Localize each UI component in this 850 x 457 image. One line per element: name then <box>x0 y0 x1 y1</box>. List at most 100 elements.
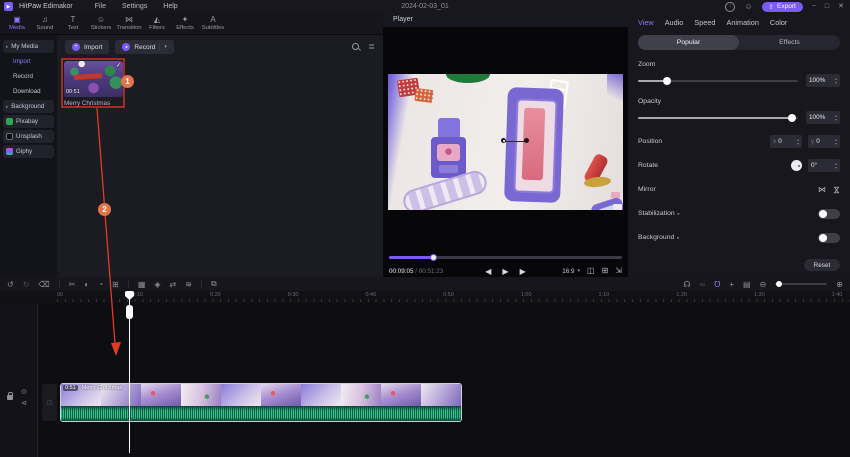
segment-effects[interactable]: Effects <box>739 35 840 50</box>
clip-placeholder-button[interactable]: ⊡ <box>42 384 57 421</box>
align-button[interactable]: + <box>729 280 734 289</box>
watermark-button[interactable]: ◈ <box>154 280 160 289</box>
sidebar-item-download[interactable]: Download <box>3 85 54 98</box>
nav-tab-stickers[interactable]: ☺ Stickers <box>87 13 115 34</box>
stabilization-expander-icon[interactable]: ▸ <box>678 211 680 216</box>
split-button[interactable]: ✂ <box>69 280 76 289</box>
opacity-slider[interactable] <box>638 113 798 122</box>
video-clip[interactable]: 0:51 Merry Christmas <box>60 383 462 422</box>
mosaic-button[interactable]: ▦ <box>138 280 146 289</box>
fullscreen-icon[interactable]: ⇲ <box>615 267 622 275</box>
link-button[interactable]: ∞ <box>700 280 706 289</box>
position-x-stepper[interactable]: ▴ ▾ <box>797 137 799 145</box>
nav-tab-subtitles[interactable]: A Subtitles <box>199 13 227 34</box>
menu-settings[interactable]: Settings <box>122 3 147 10</box>
properties-tab-audio[interactable]: Audio <box>665 18 684 27</box>
media-item-card[interactable]: 00:51 ✓ Merry Christmas <box>64 61 125 107</box>
background-expander-icon[interactable]: ▸ <box>677 235 679 240</box>
opacity-value-field[interactable]: 100% ▴ ▾ <box>806 111 840 124</box>
playback-progress-bar[interactable] <box>389 254 622 261</box>
close-button[interactable]: ✕ <box>838 3 844 10</box>
menu-file[interactable]: File <box>95 3 106 10</box>
track-manager-button[interactable]: ▤ <box>743 280 751 289</box>
magnet-snap-button[interactable]: ℧ <box>714 280 720 289</box>
speed-button[interactable]: ◔ <box>98 280 103 289</box>
record-button[interactable]: ● Record ▾ <box>115 40 174 54</box>
next-frame-button[interactable]: ▶ <box>520 267 526 276</box>
zoom-value-field[interactable]: 100% ▴ ▾ <box>806 74 840 87</box>
update-icon[interactable]: ↓ <box>725 1 736 12</box>
snapshot-icon[interactable]: ◫ <box>587 267 595 275</box>
properties-tab-animation[interactable]: Animation <box>726 18 758 27</box>
sidebar-item-pixabay[interactable]: Pixabay <box>3 115 54 128</box>
voiceover-mic-button[interactable]: ☊ <box>683 280 690 289</box>
zoom-slider[interactable] <box>638 76 798 85</box>
sidebar-section-my-media[interactable]: ▸ My Media <box>3 40 54 53</box>
background-toggle[interactable] <box>818 232 840 243</box>
mask-button[interactable]: ◐ <box>84 280 89 289</box>
menu-help[interactable]: Help <box>163 3 177 10</box>
mirror-vertical-icon[interactable]: ⋈ <box>832 186 841 194</box>
flip-button[interactable]: ⇄ <box>170 280 177 289</box>
sidebar-item-import[interactable]: Import <box>3 55 54 68</box>
nav-tab-text[interactable]: T Text <box>59 13 87 34</box>
opacity-stepper[interactable]: ▴ ▾ <box>835 113 837 121</box>
timeline-zoom-out-button[interactable]: ⊖ <box>760 280 767 289</box>
nav-tab-transition[interactable]: ⋈ Transition <box>115 13 143 34</box>
zoom-slider-knob[interactable] <box>662 76 671 85</box>
rotate-dial[interactable] <box>791 160 802 171</box>
lock-icon[interactable] <box>7 392 13 400</box>
nav-tab-media[interactable]: ▣ Media <box>3 13 31 34</box>
progress-knob[interactable] <box>430 254 438 261</box>
mute-icon[interactable]: ⊲ <box>21 400 27 407</box>
properties-tab-color[interactable]: Color <box>770 18 787 27</box>
export-button[interactable]: ⇧ Export <box>761 1 803 12</box>
nav-tab-effects[interactable]: ✦ Effects <box>171 13 199 34</box>
crop-button[interactable]: ⊞ <box>112 280 119 289</box>
rotate-value-field[interactable]: 0° ▴ ▾ <box>808 159 840 172</box>
playhead-handle[interactable] <box>126 305 133 319</box>
sidebar-item-giphy[interactable]: Giphy <box>3 145 54 158</box>
properties-tab-speed[interactable]: Speed <box>694 18 715 27</box>
timeline-zoom-knob[interactable] <box>776 280 783 287</box>
record-caret-icon[interactable]: ▾ <box>159 43 167 51</box>
account-icon[interactable]: ☺ <box>744 2 752 11</box>
crop-icon[interactable]: ⊞ <box>602 267 609 275</box>
sidebar-item-unsplash[interactable]: Unsplash <box>3 130 54 143</box>
search-icon[interactable] <box>352 43 360 51</box>
undo-button[interactable]: ↺ <box>7 280 14 289</box>
reset-button[interactable]: Reset <box>804 259 840 271</box>
import-button[interactable]: + Import <box>65 40 110 54</box>
subtitles-icon: A <box>210 15 216 24</box>
nav-tab-sound[interactable]: ♫ Sound <box>31 13 59 34</box>
sidebar-section-background[interactable]: ▸ Background <box>3 100 54 113</box>
aspect-ratio-selector[interactable]: 16:9 <box>562 268 574 275</box>
eye-icon[interactable]: ⊙ <box>21 389 27 396</box>
rotate-stepper[interactable]: ▴ ▾ <box>835 161 837 169</box>
timeline-zoom-in-button[interactable]: ⊕ <box>836 280 843 289</box>
media-thumbnail[interactable]: 00:51 ✓ <box>64 61 123 97</box>
mirror-horizontal-icon[interactable]: ⋈ <box>818 185 826 194</box>
redo-button[interactable]: ↻ <box>23 280 30 289</box>
position-x-field[interactable]: x 0 ▴ ▾ <box>770 135 802 148</box>
delete-button[interactable]: ⌫ <box>38 280 49 289</box>
zoom-stepper[interactable]: ▴ ▾ <box>835 76 837 84</box>
play-button[interactable]: ▶ <box>502 267 508 276</box>
previous-frame-button[interactable]: ◀ <box>485 267 491 276</box>
position-y-stepper[interactable]: ▴ ▾ <box>835 137 837 145</box>
video-preview[interactable] <box>388 74 623 210</box>
sort-icon[interactable]: ≣ <box>368 43 375 51</box>
pip-button[interactable]: ⧉ <box>211 279 217 289</box>
timeline-zoom-slider[interactable] <box>775 280 828 287</box>
nav-tab-filters[interactable]: ◭ Filters <box>143 13 171 34</box>
mirror-label: Mirror <box>638 186 656 193</box>
minimize-button[interactable]: − <box>812 3 816 10</box>
opacity-slider-knob[interactable] <box>787 113 796 122</box>
position-y-field[interactable]: y 0 ▴ ▾ <box>808 135 840 148</box>
denoise-button[interactable]: ≋ <box>185 280 192 289</box>
stabilization-toggle[interactable] <box>818 208 840 219</box>
sidebar-item-record[interactable]: Record <box>3 70 54 83</box>
maximize-button[interactable]: □ <box>825 3 829 10</box>
properties-tab-view[interactable]: View <box>638 18 654 27</box>
segment-popular[interactable]: Popular <box>638 35 739 50</box>
